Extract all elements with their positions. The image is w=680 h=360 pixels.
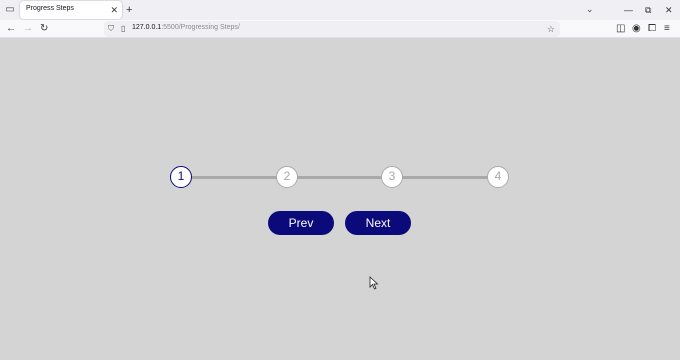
page-icon[interactable]: ▯ [121, 23, 125, 35]
extensions-icon[interactable]: ⧠ [648, 22, 656, 36]
bookmark-star-icon[interactable]: ☆ [547, 23, 555, 35]
step-3: 3 [381, 166, 403, 188]
mouse-cursor-icon [369, 276, 379, 290]
restore-button[interactable]: ⧉ [645, 3, 651, 17]
pocket-icon[interactable]: ◫ [616, 22, 625, 36]
shield-icon[interactable]: ⛉ [108, 23, 114, 35]
url-path: :5500/Progressing Steps/ [161, 24, 240, 31]
minimize-button[interactable]: — [624, 3, 633, 17]
tab-title: Progress Steps [26, 5, 74, 12]
step-1: 1 [170, 166, 192, 188]
new-tab-button[interactable]: + [126, 3, 132, 17]
tab-strip: ▭ Progress Steps ✕ + ⌄ — ⧉ ✕ [0, 0, 680, 20]
next-button[interactable]: Next [345, 211, 411, 235]
progress-track [181, 176, 498, 179]
progress-container [181, 176, 498, 179]
address-bar[interactable]: ⛉ ▯ 127.0.0.1:5500/Progressing Steps/ ☆ [104, 21, 560, 37]
reload-icon[interactable]: ↻ [40, 22, 48, 36]
back-arrow-icon[interactable]: ← [6, 22, 16, 36]
url-host: 127.0.0.1 [132, 24, 162, 31]
step-2: 2 [276, 166, 298, 188]
firefox-view-icon[interactable]: ▭ [4, 4, 16, 16]
step-4: 4 [487, 166, 509, 188]
forward-arrow-icon[interactable]: → [23, 22, 33, 36]
menu-icon[interactable]: ≡ [664, 22, 670, 36]
url-text[interactable]: 127.0.0.1:5500/Progressing Steps/ [132, 24, 240, 31]
account-icon[interactable]: ◉ [632, 22, 641, 36]
chevron-down-icon[interactable]: ⌄ [586, 4, 594, 15]
prev-button[interactable]: Prev [268, 211, 334, 235]
tab-progress-steps[interactable]: Progress Steps ✕ [20, 1, 122, 19]
close-window-button[interactable]: ✕ [665, 3, 673, 17]
close-icon[interactable]: ✕ [110, 4, 118, 16]
navigation-toolbar: ← → ↻ ⛉ ▯ 127.0.0.1:5500/Progressing Ste… [0, 20, 680, 38]
